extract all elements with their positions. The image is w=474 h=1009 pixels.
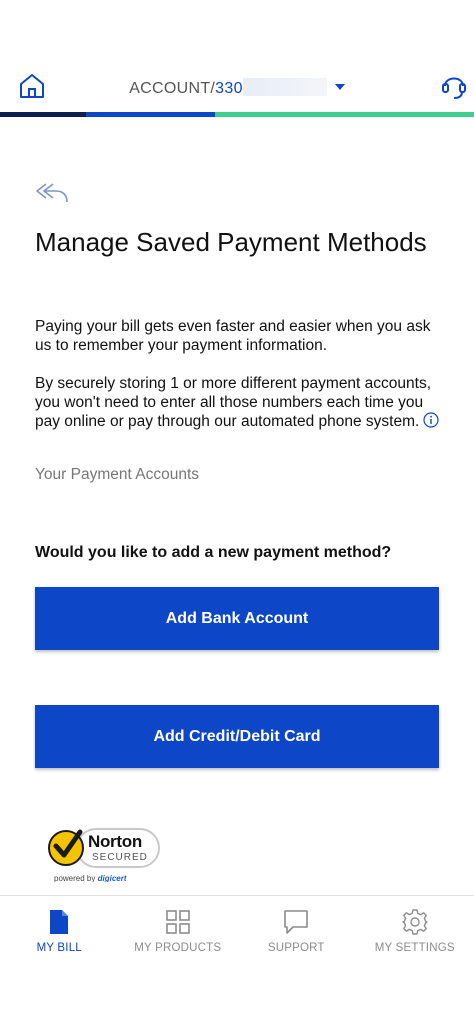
intro-paragraph: Paying your bill gets even faster and ea… bbox=[35, 318, 431, 354]
norton-check-icon bbox=[48, 829, 84, 866]
norton-name: Norton bbox=[88, 832, 142, 851]
chat-icon bbox=[284, 910, 309, 934]
norton-powered-by: powered by digicert bbox=[54, 874, 127, 882]
page-title: Manage Saved Payment Methods bbox=[35, 227, 427, 257]
nav-item-my-bill[interactable]: MY BILL bbox=[0, 896, 119, 965]
nav-item-my-products[interactable]: MY PRODUCTS bbox=[119, 896, 238, 965]
account-number: 330 bbox=[215, 80, 243, 97]
bottom-nav: MY BILL MY PRODUCTS SUPPORT MY SETTINGS bbox=[0, 895, 474, 965]
support-agent-icon[interactable] bbox=[440, 70, 468, 102]
storage-paragraph: By securely storing 1 or more different … bbox=[35, 374, 445, 431]
top-header: ACCOUNT/330 bbox=[0, 62, 474, 112]
document-icon bbox=[50, 910, 69, 934]
nav-item-support[interactable]: SUPPORT bbox=[237, 896, 356, 965]
add-bank-account-button[interactable]: Add Bank Account bbox=[35, 587, 439, 650]
account-prefix: ACCOUNT/ bbox=[129, 80, 216, 97]
nav-label-support: SUPPORT bbox=[267, 942, 325, 954]
progress-segment-3 bbox=[215, 112, 474, 117]
powered-by-text: powered by bbox=[54, 874, 96, 882]
nav-label-my-products: MY PRODUCTS bbox=[134, 942, 222, 954]
nav-label-my-settings: MY SETTINGS bbox=[374, 942, 455, 954]
chevron-down-icon bbox=[334, 84, 345, 90]
add-credit-debit-card-button[interactable]: Add Credit/Debit Card bbox=[35, 705, 439, 768]
norton-secured-badge: Norton SECURED powered by digicert bbox=[44, 820, 162, 882]
payment-accounts-label: Your Payment Accounts bbox=[35, 466, 199, 483]
storage-paragraph-text: By securely storing 1 or more different … bbox=[35, 375, 432, 430]
gear-icon bbox=[402, 909, 428, 935]
digicert-brand: digicert bbox=[97, 874, 127, 882]
account-number-mask bbox=[242, 78, 327, 96]
progress-bar bbox=[0, 112, 474, 117]
account-selector[interactable]: ACCOUNT/330 bbox=[0, 78, 474, 98]
progress-segment-2 bbox=[86, 112, 215, 117]
progress-segment-1 bbox=[0, 112, 86, 117]
norton-secured-text: SECURED bbox=[92, 852, 148, 863]
back-arrow-icon[interactable] bbox=[34, 180, 70, 206]
nav-item-my-settings[interactable]: MY SETTINGS bbox=[356, 896, 474, 965]
nav-label-my-bill: MY BILL bbox=[36, 942, 82, 954]
info-icon[interactable] bbox=[423, 412, 439, 428]
add-method-question: Would you like to add a new payment meth… bbox=[35, 544, 392, 561]
grid-icon bbox=[165, 910, 190, 934]
